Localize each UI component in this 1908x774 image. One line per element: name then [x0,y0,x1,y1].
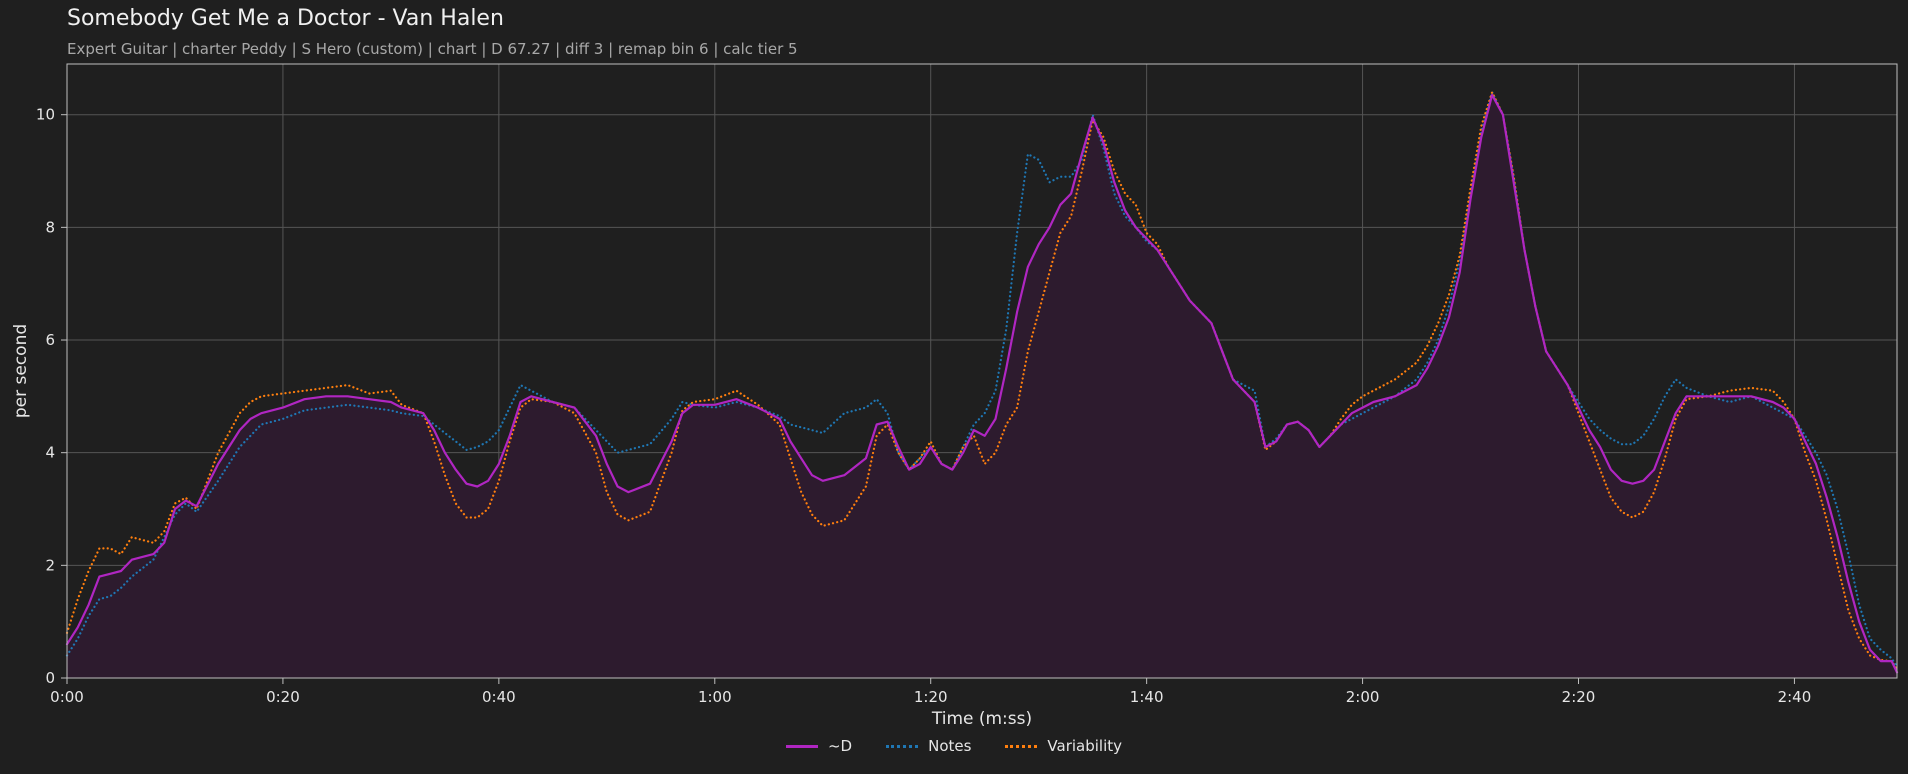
x-tick-label: 0:40 [482,688,516,706]
legend-swatch [785,744,818,748]
legend: ~D Notes Variability [0,737,1908,755]
y-tick-label: 10 [36,106,55,124]
x-tick-label: 2:20 [1562,688,1596,706]
x-axis-ticks: 0:00 0:20 0:40 1:00 1:20 1:40 2:00 2:20 2:40 [50,678,1811,706]
legend-label: Variability [1047,737,1123,755]
x-axis-label: Time (m:ss) [931,709,1032,729]
line-chart: 0:00 0:20 0:40 1:00 1:20 1:40 2:00 2:20 2:40 0 2 4… [11,63,1899,729]
x-tick-label: 0:00 [50,688,84,706]
x-tick-label: 2:00 [1346,688,1380,706]
y-tick-label: 0 [45,669,55,687]
legend-label: Notes [928,737,972,755]
x-tick-label: 0:20 [266,688,300,706]
legend-item: Notes [886,737,971,755]
x-tick-label: 1:00 [698,688,732,706]
y-tick-label: 6 [45,331,55,349]
y-axis-label: per second [11,324,31,418]
x-tick-label: 2:40 [1778,688,1812,706]
x-tick-label: 1:40 [1130,688,1164,706]
legend-item: ~D [785,737,853,755]
legend-item: Variability [1005,737,1122,755]
y-axis-ticks: 0 2 4 6 8 10 [36,106,67,687]
y-tick-label: 8 [45,218,55,236]
y-tick-label: 4 [45,444,55,462]
legend-swatch [886,744,919,748]
legend-swatch [1005,744,1038,748]
legend-label: ~D [827,737,853,755]
y-tick-label: 2 [45,556,55,574]
x-tick-label: 1:20 [914,688,948,706]
